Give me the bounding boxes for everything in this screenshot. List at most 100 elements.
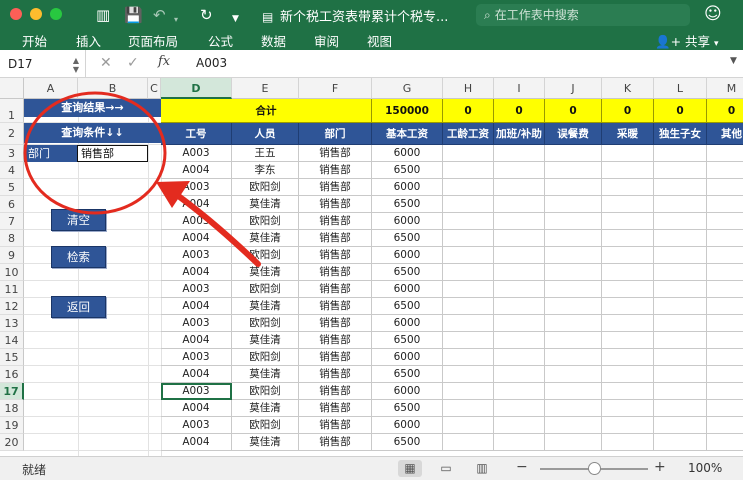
table-cell[interactable]: 李东 bbox=[232, 162, 299, 179]
table-cell[interactable]: 欧阳剑 bbox=[232, 349, 299, 366]
customize-toolbar-icon[interactable]: ▼ bbox=[232, 9, 239, 29]
table-cell[interactable] bbox=[443, 332, 494, 349]
table-cell[interactable]: 销售部 bbox=[299, 264, 372, 281]
table-cell[interactable] bbox=[654, 230, 707, 247]
table-header-cell[interactable]: 其他 bbox=[707, 123, 743, 145]
table-cell[interactable] bbox=[602, 196, 654, 213]
column-header-e[interactable]: E bbox=[232, 78, 299, 99]
table-cell[interactable] bbox=[494, 400, 545, 417]
save-icon[interactable]: 💾 bbox=[124, 5, 143, 25]
expand-formula-bar-icon[interactable]: ▼ bbox=[730, 56, 737, 66]
maximize-window-button[interactable] bbox=[50, 8, 62, 20]
table-cell[interactable] bbox=[707, 366, 743, 383]
row-header-7[interactable]: 7 bbox=[0, 213, 24, 230]
table-cell[interactable] bbox=[443, 434, 494, 451]
zoom-slider-thumb[interactable] bbox=[588, 462, 601, 475]
column-header-m[interactable]: M bbox=[707, 78, 743, 99]
table-cell[interactable]: 莫佳清 bbox=[232, 434, 299, 451]
table-cell[interactable]: 欧阳剑 bbox=[232, 247, 299, 264]
table-cell[interactable] bbox=[494, 383, 545, 400]
search-input[interactable]: ⌕ 在工作表中搜索 bbox=[476, 4, 690, 26]
tab-view[interactable]: 视图 bbox=[367, 31, 392, 50]
table-cell[interactable]: A004 bbox=[161, 196, 232, 213]
undo-dropdown-icon[interactable]: ▾ bbox=[174, 10, 178, 30]
total-value-cell[interactable]: 0 bbox=[602, 99, 654, 123]
column-header-k[interactable]: K bbox=[602, 78, 654, 99]
table-cell[interactable] bbox=[494, 417, 545, 434]
table-cell[interactable] bbox=[545, 383, 602, 400]
table-cell[interactable] bbox=[707, 281, 743, 298]
table-cell[interactable]: A003 bbox=[161, 145, 232, 162]
table-header-cell[interactable]: 采暖 bbox=[602, 123, 654, 145]
table-header-cell[interactable]: 独生子女 bbox=[654, 123, 707, 145]
minimize-window-button[interactable] bbox=[30, 8, 42, 20]
table-cell[interactable]: A003 bbox=[161, 179, 232, 196]
formula-input[interactable]: A003 bbox=[196, 56, 227, 70]
table-cell[interactable] bbox=[707, 196, 743, 213]
table-cell[interactable] bbox=[443, 281, 494, 298]
table-cell[interactable] bbox=[443, 400, 494, 417]
table-cell[interactable]: 6000 bbox=[372, 179, 443, 196]
table-cell[interactable]: A004 bbox=[161, 366, 232, 383]
table-cell[interactable] bbox=[707, 349, 743, 366]
table-cell[interactable]: A004 bbox=[161, 162, 232, 179]
table-cell[interactable]: 莫佳清 bbox=[232, 366, 299, 383]
table-cell[interactable]: 欧阳剑 bbox=[232, 315, 299, 332]
table-cell[interactable] bbox=[443, 315, 494, 332]
table-cell[interactable] bbox=[707, 434, 743, 451]
table-cell[interactable] bbox=[707, 298, 743, 315]
table-cell[interactable]: A003 bbox=[161, 383, 232, 400]
table-cell[interactable]: 销售部 bbox=[299, 162, 372, 179]
table-cell[interactable]: 销售部 bbox=[299, 281, 372, 298]
table-cell[interactable] bbox=[602, 417, 654, 434]
tab-data[interactable]: 数据 bbox=[261, 31, 286, 50]
total-value-cell[interactable]: 0 bbox=[545, 99, 602, 123]
table-cell[interactable]: 销售部 bbox=[299, 213, 372, 230]
table-cell[interactable]: 欧阳剑 bbox=[232, 179, 299, 196]
table-cell[interactable]: 6500 bbox=[372, 264, 443, 281]
total-value-cell[interactable]: 150000 bbox=[372, 99, 443, 123]
table-cell[interactable]: 销售部 bbox=[299, 383, 372, 400]
table-cell[interactable]: 6500 bbox=[372, 400, 443, 417]
table-cell[interactable] bbox=[443, 196, 494, 213]
back-button[interactable]: 返回 bbox=[51, 296, 106, 318]
table-cell[interactable] bbox=[602, 264, 654, 281]
name-box[interactable]: D17 ▲ ▼ bbox=[0, 50, 86, 78]
table-cell[interactable] bbox=[654, 417, 707, 434]
table-cell[interactable]: 6500 bbox=[372, 230, 443, 247]
table-cell[interactable]: 销售部 bbox=[299, 349, 372, 366]
row-header-9[interactable]: 9 bbox=[0, 247, 24, 264]
confirm-edit-icon[interactable]: ✓ bbox=[127, 55, 139, 71]
column-header-f[interactable]: F bbox=[299, 78, 372, 99]
table-cell[interactable] bbox=[545, 196, 602, 213]
name-box-stepper-icon[interactable]: ▲ ▼ bbox=[73, 50, 79, 74]
table-cell[interactable]: 销售部 bbox=[299, 366, 372, 383]
table-cell[interactable] bbox=[602, 400, 654, 417]
page-layout-view-icon[interactable]: ▭ bbox=[434, 460, 458, 477]
table-cell[interactable] bbox=[654, 196, 707, 213]
total-value-cell[interactable]: 0 bbox=[707, 99, 743, 123]
column-header-d[interactable]: D bbox=[161, 78, 232, 99]
table-cell[interactable] bbox=[545, 247, 602, 264]
table-cell[interactable]: 销售部 bbox=[299, 179, 372, 196]
table-cell[interactable] bbox=[443, 247, 494, 264]
table-header-cell[interactable]: 部门 bbox=[299, 123, 372, 145]
table-cell[interactable] bbox=[707, 247, 743, 264]
table-cell[interactable] bbox=[654, 298, 707, 315]
normal-view-icon[interactable]: ▦ bbox=[398, 460, 422, 477]
table-cell[interactable] bbox=[494, 332, 545, 349]
table-header-cell[interactable]: 加班/补助 bbox=[494, 123, 545, 145]
table-cell[interactable]: 销售部 bbox=[299, 332, 372, 349]
table-header-cell[interactable]: 基本工资 bbox=[372, 123, 443, 145]
table-cell[interactable] bbox=[654, 281, 707, 298]
tab-page-layout[interactable]: 页面布局 bbox=[128, 31, 178, 50]
table-cell[interactable]: A004 bbox=[161, 298, 232, 315]
table-cell[interactable] bbox=[545, 145, 602, 162]
table-cell[interactable] bbox=[494, 162, 545, 179]
table-cell[interactable] bbox=[602, 230, 654, 247]
table-cell[interactable] bbox=[545, 417, 602, 434]
table-cell[interactable]: 6000 bbox=[372, 349, 443, 366]
table-cell[interactable]: 6000 bbox=[372, 315, 443, 332]
row-header-6[interactable]: 6 bbox=[0, 196, 24, 213]
row-header-19[interactable]: 19 bbox=[0, 417, 24, 434]
